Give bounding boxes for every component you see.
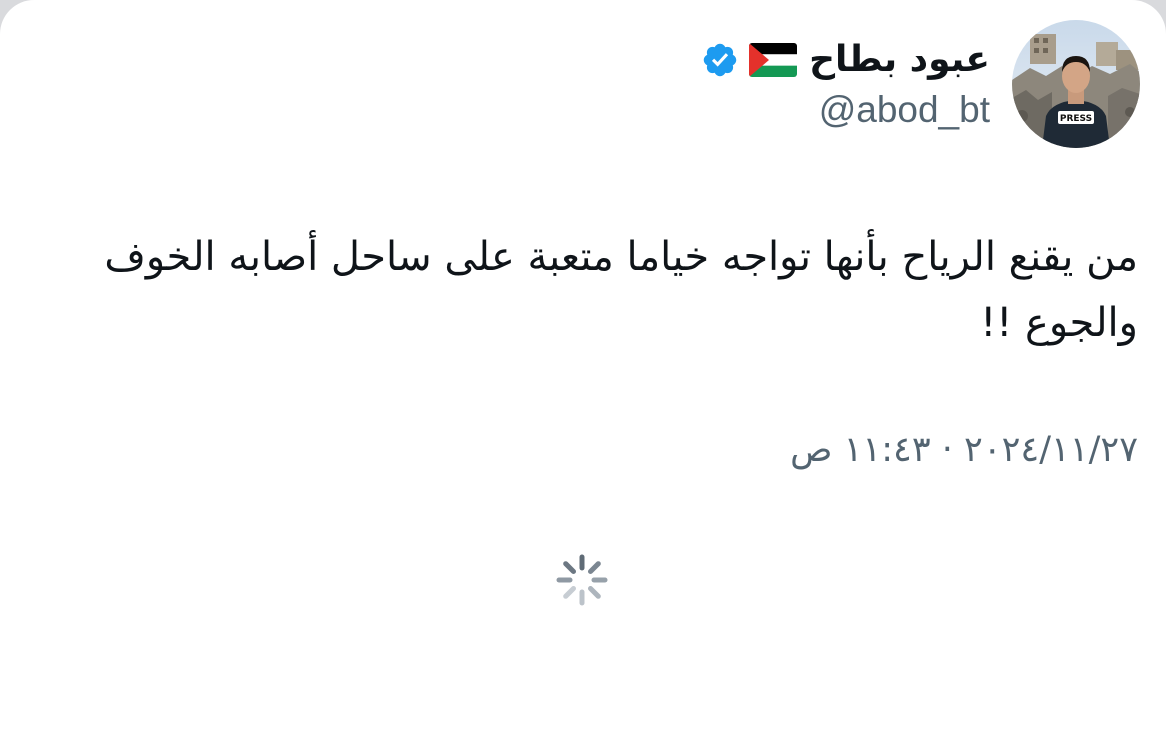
- author-handle[interactable]: @abod_bt: [819, 88, 990, 132]
- author-display-name: عبود بطاح: [809, 39, 990, 80]
- verified-badge-icon: [703, 43, 737, 77]
- press-label: PRESS: [1060, 114, 1092, 124]
- palestine-flag-icon: [749, 43, 798, 77]
- tweet-card: عبود بطاح @abod_bt PRESS من يقنع الرياح …: [0, 0, 1166, 738]
- tweet-timestamp[interactable]: ٢٠٢٤/١١/٢٧ · ١١:٤٣ ص: [790, 428, 1138, 472]
- tweet-header: عبود بطاح @abod_bt PRESS: [701, 20, 1140, 150]
- display-name-row[interactable]: عبود بطاح: [701, 32, 990, 88]
- author-avatar[interactable]: PRESS: [1012, 20, 1140, 148]
- tweet-text: من يقنع الرياح بأنها تواجه خياما متعبة ع…: [104, 234, 1138, 346]
- author-names: عبود بطاح @abod_bt: [701, 32, 990, 132]
- loading-spinner-icon: [556, 554, 608, 606]
